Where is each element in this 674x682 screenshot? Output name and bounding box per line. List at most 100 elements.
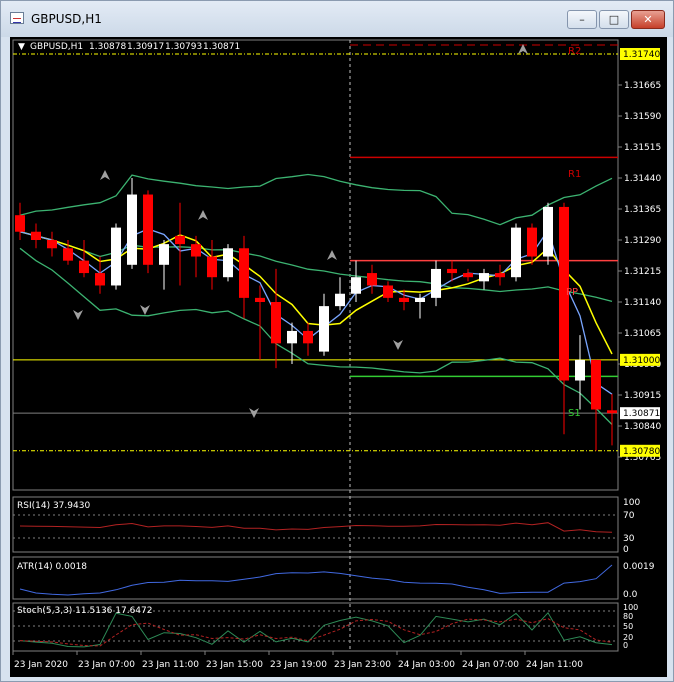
pivot-pp-label: PP <box>566 287 578 298</box>
candle-bear <box>63 248 73 261</box>
fractal-down-icon <box>73 310 83 320</box>
header-symbol: GBPUSD,H1 <box>30 42 83 52</box>
price-tick-label: 1.31515 <box>624 143 661 153</box>
header-low: 1.30793 <box>165 42 202 52</box>
stoch-main-line <box>19 611 613 648</box>
chart-window-icon <box>10 12 24 24</box>
candle-bear <box>79 260 89 274</box>
price-badge-label: 1.30780 <box>623 447 660 457</box>
fractal-up-icon <box>327 250 337 260</box>
chart-area[interactable]: ▼ GBPUSD,H1 1.30878 1.30917 1.30793 1.30… <box>10 37 667 677</box>
candle-bull <box>543 206 553 257</box>
price-badge-label: 1.31000 <box>623 356 660 366</box>
candle-bull <box>351 277 361 294</box>
header-open: 1.30878 <box>89 42 126 52</box>
candle-bear <box>271 302 281 344</box>
candle-bear <box>95 273 105 286</box>
price-tick-label: 1.31440 <box>624 174 661 184</box>
candle-bear <box>463 273 473 278</box>
header-arrow[interactable]: ▼ <box>18 42 25 52</box>
candle-bear <box>175 235 185 245</box>
candle-bull <box>319 306 329 352</box>
candle-bear <box>47 240 57 249</box>
time-axis[interactable]: 23 Jan 2020 23 Jan 07:00 23 Jan 11:00 23 Ja… <box>12 651 583 670</box>
price-tick-label: 1.31365 <box>624 205 661 215</box>
stoch-tick-80: 80 <box>623 612 633 621</box>
candle-bull <box>287 330 297 344</box>
candle-bull <box>335 293 345 307</box>
candle-bull <box>431 268 441 298</box>
fractal-up-icon <box>100 170 110 180</box>
candle-bull <box>511 227 521 278</box>
main-panel-border <box>12 39 619 491</box>
stoch-signal-line <box>19 618 613 647</box>
price-tick-label: 1.31140 <box>624 298 661 308</box>
candlesticks <box>15 178 617 451</box>
candle-bull <box>223 248 233 278</box>
price-tick-label: 1.30840 <box>624 422 661 432</box>
maximize-button[interactable]: □ <box>599 10 629 29</box>
candle-bull <box>127 194 137 265</box>
price-chart[interactable]: ▼ GBPUSD,H1 1.30878 1.30917 1.30793 1.30… <box>10 37 667 677</box>
stoch-label: Stoch(5,3,3) 11.5136 17.6472 <box>17 606 152 616</box>
price-tick-label: 1.31065 <box>624 329 661 339</box>
price-tick-label: 1.31590 <box>624 112 661 122</box>
header-close: 1.30871 <box>203 42 240 52</box>
ma-slow-line <box>19 230 613 355</box>
pivot-levels <box>350 44 618 378</box>
time-tick-label: 23 Jan 19:00 <box>270 660 327 670</box>
candle-bear <box>239 248 249 298</box>
price-scale[interactable]: 1.31665 1.31590 1.31515 1.31440 1.31365 1.312… <box>618 81 661 463</box>
candle-bear <box>255 297 265 302</box>
close-button[interactable]: ✕ <box>631 10 665 29</box>
candle-bear <box>207 256 217 278</box>
time-tick-label: 24 Jan 11:00 <box>526 660 583 670</box>
candle-bear <box>527 227 537 257</box>
candle-bear <box>191 244 201 257</box>
candle-bear <box>31 231 41 240</box>
stoch-tick-100: 100 <box>623 603 638 612</box>
candle-bull <box>111 227 121 286</box>
header-high: 1.30917 <box>127 42 164 52</box>
candle-bear <box>495 273 505 278</box>
candle-bull <box>415 297 425 302</box>
candle-bull <box>575 359 585 381</box>
pivot-s1-label: S1 <box>568 408 581 419</box>
candle-bear <box>591 359 601 410</box>
rsi-tick-30: 30 <box>623 534 635 544</box>
terminal-window: GBPUSD,H1 – □ ✕ ▼ GBPUSD,H1 1.30878 1.30… <box>0 0 674 682</box>
band-lower <box>19 247 613 425</box>
fractal-down-icon <box>393 340 403 350</box>
rsi-tick-0: 0 <box>623 545 629 555</box>
title-bar[interactable]: GBPUSD,H1 – □ ✕ <box>1 1 673 37</box>
candle-bear <box>143 194 153 265</box>
time-tick-label: 24 Jan 07:00 <box>462 660 519 670</box>
rsi-line <box>19 522 613 533</box>
price-badge-label: 1.31740 <box>623 50 660 60</box>
candle-bear <box>447 268 457 274</box>
atr-line <box>19 564 613 596</box>
pivot-r1-label: R1 <box>568 169 581 180</box>
window-title: GBPUSD,H1 <box>31 12 102 26</box>
candle-bear <box>383 285 393 298</box>
pivot-r2-label: R2 <box>568 46 581 57</box>
rsi-tick-70: 70 <box>623 511 635 521</box>
time-tick-label: 24 Jan 03:00 <box>398 660 455 670</box>
atr-tick-low: 0.0 <box>623 590 638 600</box>
rsi-tick-100: 100 <box>623 498 640 508</box>
atr-tick-high: 0.0019 <box>623 562 655 572</box>
candle-bear <box>303 330 313 344</box>
atr-label: ATR(14) 0.0018 <box>17 562 87 572</box>
price-tick-label: 1.31665 <box>624 81 661 91</box>
price-tick-label: 1.31215 <box>624 267 661 277</box>
fractal-down-icon <box>140 305 150 315</box>
price-tick-label: 1.31290 <box>624 236 661 246</box>
band-upper <box>19 173 613 226</box>
time-tick-label: 23 Jan 15:00 <box>206 660 263 670</box>
time-tick-label: 23 Jan 23:00 <box>334 660 391 670</box>
candle-bull <box>159 244 169 265</box>
minimize-button[interactable]: – <box>567 10 597 29</box>
stoch-tick-0: 0 <box>623 641 628 650</box>
candle-bull <box>479 273 489 282</box>
time-tick-label: 23 Jan 2020 <box>14 660 68 670</box>
